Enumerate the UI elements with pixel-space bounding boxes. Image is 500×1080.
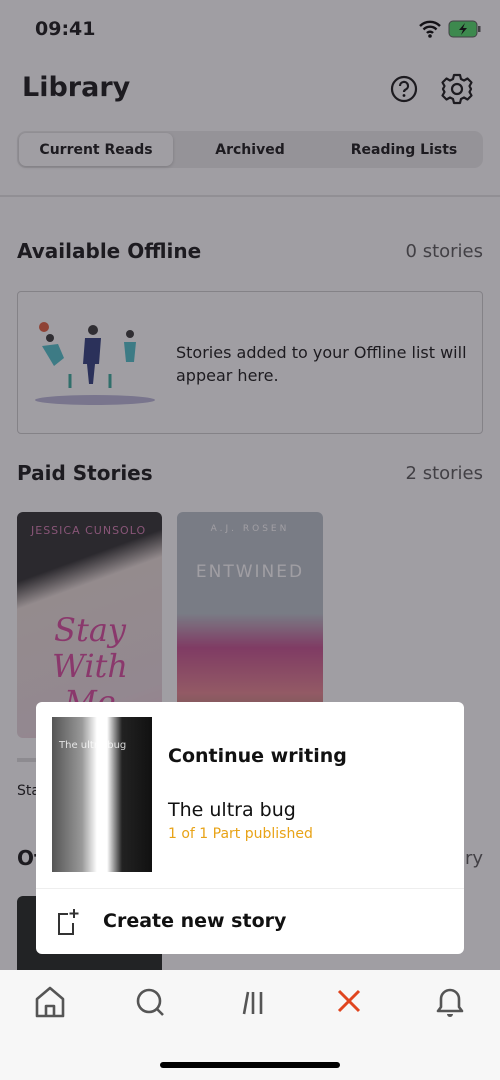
- cover-text: The ultra bug: [59, 740, 127, 751]
- writing-popup: The ultra bug Continue writing The ultra…: [36, 702, 464, 954]
- create-new-story-label: Create new story: [103, 910, 287, 932]
- search-icon[interactable]: [130, 984, 170, 1020]
- home-icon[interactable]: [30, 984, 70, 1020]
- continue-writing-button[interactable]: Continue writing: [168, 745, 347, 767]
- new-document-icon: [58, 909, 79, 935]
- library-icon[interactable]: [231, 984, 271, 1020]
- story-status: 1 of 1 Part published: [168, 826, 313, 842]
- bell-icon[interactable]: [430, 984, 470, 1020]
- create-new-story-button[interactable]: Create new story: [36, 889, 464, 954]
- close-icon[interactable]: [329, 984, 369, 1020]
- home-indicator[interactable]: [160, 1062, 340, 1068]
- story-title[interactable]: The ultra bug: [168, 799, 296, 821]
- story-cover-the-ultra-bug[interactable]: The ultra bug: [52, 717, 152, 872]
